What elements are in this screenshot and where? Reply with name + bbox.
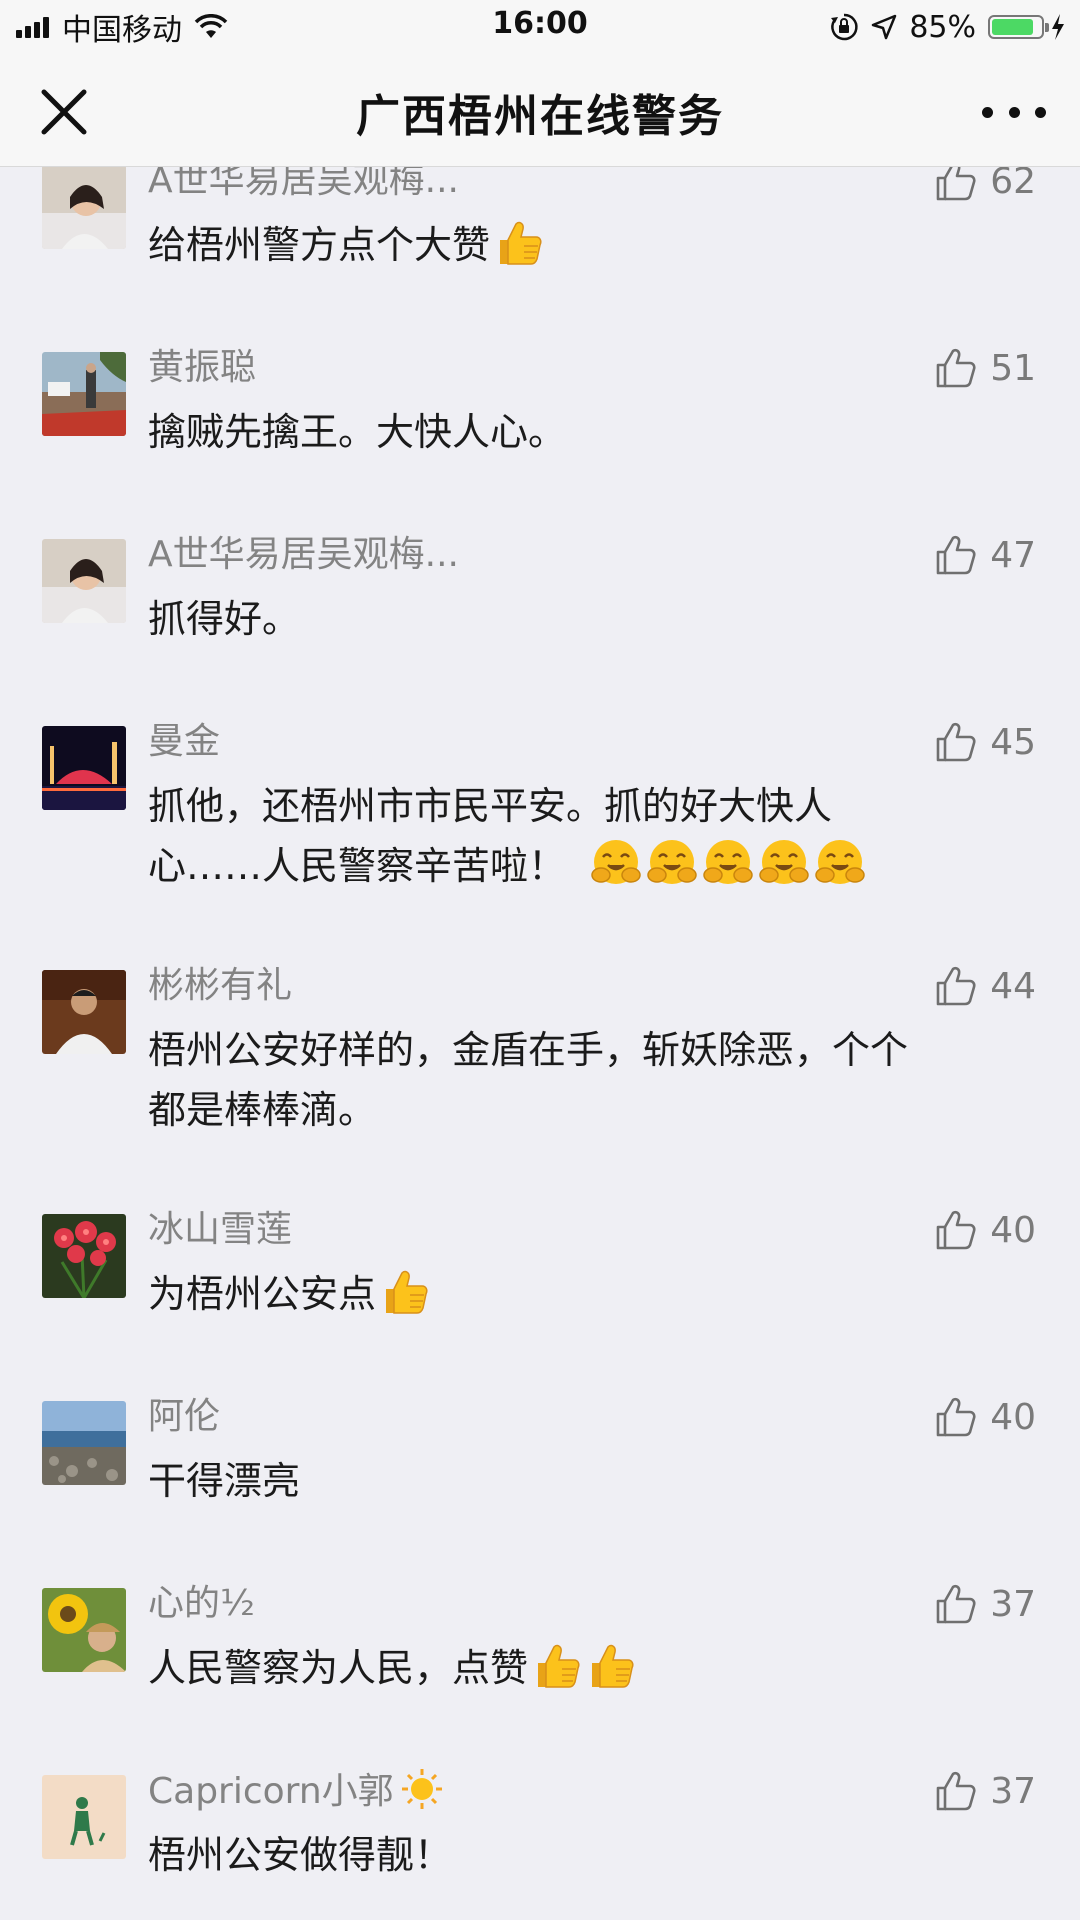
- avatar[interactable]: [42, 167, 126, 249]
- thumbs-up-outline-icon: [934, 167, 978, 203]
- comment-nickname[interactable]: A世华易居吴观梅...: [148, 531, 459, 579]
- comment-text: 给梧州警方点个大赞: [148, 215, 1028, 275]
- comment-list[interactable]: A世华易居吴观梅... 62 给梧州警方点个大赞 黄振聪 51 擒贼先擒王。大快…: [0, 167, 1080, 1920]
- battery-percent: 85%: [909, 9, 976, 45]
- like-button[interactable]: 40: [934, 1206, 1036, 1254]
- comment-nickname[interactable]: 曼金: [148, 718, 220, 766]
- like-button[interactable]: 37: [934, 1767, 1036, 1815]
- avatar[interactable]: [42, 1588, 126, 1672]
- nav-bar: 广西梧州在线警务: [0, 54, 1080, 167]
- like-button[interactable]: 45: [934, 718, 1036, 766]
- thumbs-up-outline-icon: [934, 1208, 978, 1252]
- status-right: 85%: [817, 8, 1066, 46]
- comment-text: 梧州公安好样的，金盾在手，斩妖除恶，个个 都是棒棒滴。: [148, 1028, 909, 1132]
- avatar[interactable]: [42, 726, 126, 810]
- comment-text: 梧州公安做得靓！: [148, 1833, 453, 1877]
- page-title: 广西梧州在线警务: [356, 91, 724, 142]
- comment-nickname[interactable]: 冰山雪莲: [148, 1206, 292, 1254]
- comment-text: 为梧州公安点: [148, 1264, 1028, 1324]
- like-count: 44: [990, 965, 1036, 1007]
- thumbs-up-outline-icon: [934, 720, 978, 764]
- hugging-face-emoji-icon: [814, 837, 866, 889]
- thumbs-up-emoji-icon: [586, 1641, 636, 1691]
- like-count: 62: [990, 167, 1036, 202]
- orientation-lock-icon: [831, 13, 858, 41]
- like-count: 37: [990, 1770, 1036, 1812]
- thumbs-up-emoji-icon: [380, 1267, 430, 1317]
- thumbs-up-outline-icon: [934, 346, 978, 390]
- comment-text: 抓得好。: [148, 597, 301, 641]
- charging-bolt-icon: [1052, 14, 1064, 40]
- comment-text: 人民警察为人民，点赞: [148, 1638, 1028, 1698]
- thumbs-up-outline-icon: [934, 1582, 978, 1626]
- like-count: 37: [990, 1583, 1036, 1625]
- more-dots-icon: [982, 106, 993, 118]
- avatar[interactable]: [42, 539, 126, 623]
- comment-nickname[interactable]: Capricorn小郭: [148, 1767, 444, 1816]
- battery-icon: [988, 15, 1049, 39]
- comment-text: 擒贼先擒王。大快人心。: [148, 410, 567, 454]
- comment-text: 抓他，还梧州市市民平安。抓的好大快人 心……人民警察辛苦啦！: [148, 776, 1028, 896]
- hugging-face-emoji-icon: [590, 837, 642, 889]
- like-button[interactable]: 44: [934, 962, 1036, 1010]
- avatar[interactable]: [42, 1214, 126, 1298]
- thumbs-up-emoji-icon: [532, 1641, 582, 1691]
- like-button[interactable]: 37: [934, 1580, 1036, 1628]
- like-button[interactable]: 47: [934, 531, 1036, 579]
- hugging-face-emoji-icon: [758, 837, 810, 889]
- like-count: 45: [990, 721, 1036, 763]
- avatar[interactable]: [42, 352, 126, 436]
- comment-nickname[interactable]: 阿伦: [148, 1393, 220, 1441]
- sun-emoji-icon: [401, 1769, 442, 1809]
- thumbs-up-outline-icon: [934, 1395, 978, 1439]
- avatar[interactable]: [42, 1401, 126, 1485]
- battery-fill: [992, 19, 1033, 35]
- avatar[interactable]: [42, 970, 126, 1054]
- hugging-face-emoji-icon: [702, 837, 754, 889]
- like-count: 51: [990, 347, 1036, 389]
- thumbs-up-outline-icon: [934, 1769, 978, 1813]
- thumbs-up-outline-icon: [934, 533, 978, 577]
- like-count: 40: [990, 1209, 1036, 1251]
- location-arrow-icon: [872, 14, 897, 40]
- comment-nickname[interactable]: 彬彬有礼: [148, 962, 292, 1010]
- comment-nickname[interactable]: A世华易居吴观梅...: [148, 167, 459, 205]
- like-button[interactable]: 40: [934, 1393, 1036, 1441]
- like-button[interactable]: 62: [934, 167, 1036, 205]
- like-count: 40: [990, 1396, 1036, 1438]
- like-count: 47: [990, 534, 1036, 576]
- comment-nickname[interactable]: 黄振聪: [148, 344, 256, 392]
- comment-nickname[interactable]: 心的½: [148, 1580, 255, 1628]
- comment-text: 干得漂亮: [148, 1459, 301, 1503]
- thumbs-up-outline-icon: [934, 964, 978, 1008]
- hugging-face-emoji-icon: [646, 837, 698, 889]
- avatar[interactable]: [42, 1775, 126, 1859]
- status-bar: 中国移动 16:00 85%: [0, 0, 1080, 54]
- like-button[interactable]: 51: [934, 344, 1036, 392]
- more-button[interactable]: [982, 94, 1046, 130]
- thumbs-up-emoji-icon: [494, 218, 544, 268]
